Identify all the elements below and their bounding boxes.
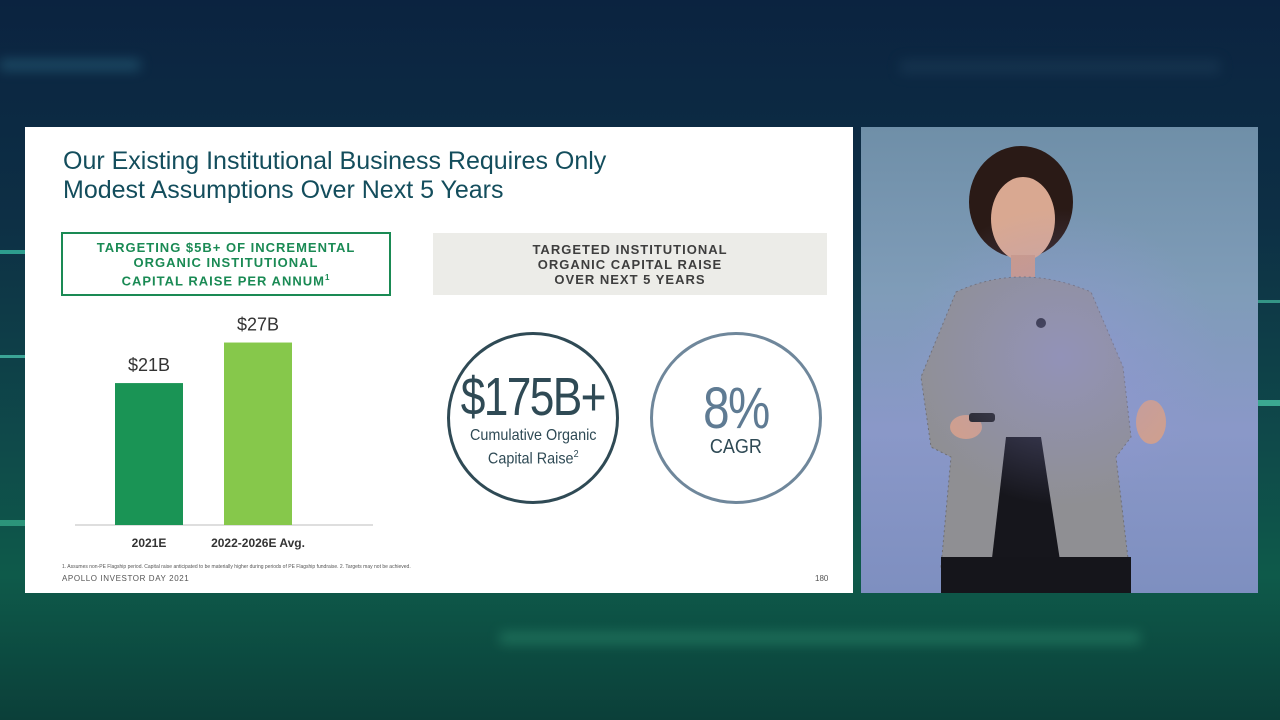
- box-line: OVER NEXT 5 YEARS: [554, 271, 706, 287]
- bar-chart: $21B 2021E $27B 2022-2026E Avg.: [75, 315, 373, 550]
- box-line: TARGETED INSTITUTIONAL: [532, 241, 728, 257]
- background-streak: [500, 632, 1140, 644]
- page-number: 180: [815, 574, 829, 583]
- box-line-text: CAPITAL RAISE PER ANNUM: [121, 273, 325, 289]
- background-streak: [1258, 400, 1280, 406]
- cumulative-raise-label: Cumulative Organic Capital Raise2: [470, 426, 596, 468]
- background-streak: [0, 60, 140, 70]
- box-line: TARGETING $5B+ OF INCREMENTAL: [96, 239, 356, 255]
- cumulative-raise-value: $175B+: [460, 366, 607, 427]
- presenter-skirt: [941, 557, 1131, 593]
- slide-title: Our Existing Institutional Business Requ…: [63, 147, 703, 205]
- stage-light: [901, 207, 1221, 507]
- footer-brand: APOLLO INVESTOR DAY 2021: [62, 574, 190, 583]
- category-label-1: 2022-2026E Avg.: [211, 536, 305, 550]
- category-label-0: 2021E: [132, 536, 167, 550]
- cumulative-raise-circle: $175B+ Cumulative Organic Capital Raise2: [447, 332, 619, 504]
- data-label-0: $21B: [128, 355, 170, 375]
- bar-0: [115, 383, 183, 525]
- cagr-value: 8%: [703, 375, 770, 441]
- box-line: ORGANIC INSTITUTIONAL: [133, 254, 319, 270]
- footnote-marker: 1: [324, 272, 331, 282]
- box-line: ORGANIC CAPITAL RAISE: [537, 256, 723, 272]
- background-streak: [0, 520, 25, 526]
- slide-title-line: Modest Assumptions Over Next 5 Years: [63, 176, 504, 204]
- presentation-slide: Our Existing Institutional Business Requ…: [25, 127, 853, 593]
- box-line: CAPITAL RAISE PER ANNUM1: [97, 270, 356, 288]
- data-label-1: $27B: [237, 315, 279, 335]
- label-text: Capital Raise: [487, 450, 574, 468]
- background-streak: [900, 60, 1220, 74]
- footnote-marker: 2: [573, 448, 579, 460]
- footnote: 1. Assumes non-PE Flagship period. Capit…: [62, 564, 411, 570]
- label-line: Capital Raise2: [470, 445, 596, 468]
- label-line: Cumulative Organic: [469, 426, 597, 444]
- background-streak: [1258, 300, 1280, 303]
- targeted-raise-box: TARGETED INSTITUTIONAL ORGANIC CAPITAL R…: [433, 233, 827, 295]
- cagr-circle: 8% CAGR: [650, 332, 822, 504]
- cagr-label: CAGR: [709, 435, 763, 458]
- slide-title-line: Our Existing Institutional Business Requ…: [63, 147, 607, 175]
- presenter-video: [861, 127, 1258, 593]
- incremental-target-box: TARGETING $5B+ OF INCREMENTAL ORGANIC IN…: [61, 232, 391, 296]
- bar-1: [224, 342, 292, 525]
